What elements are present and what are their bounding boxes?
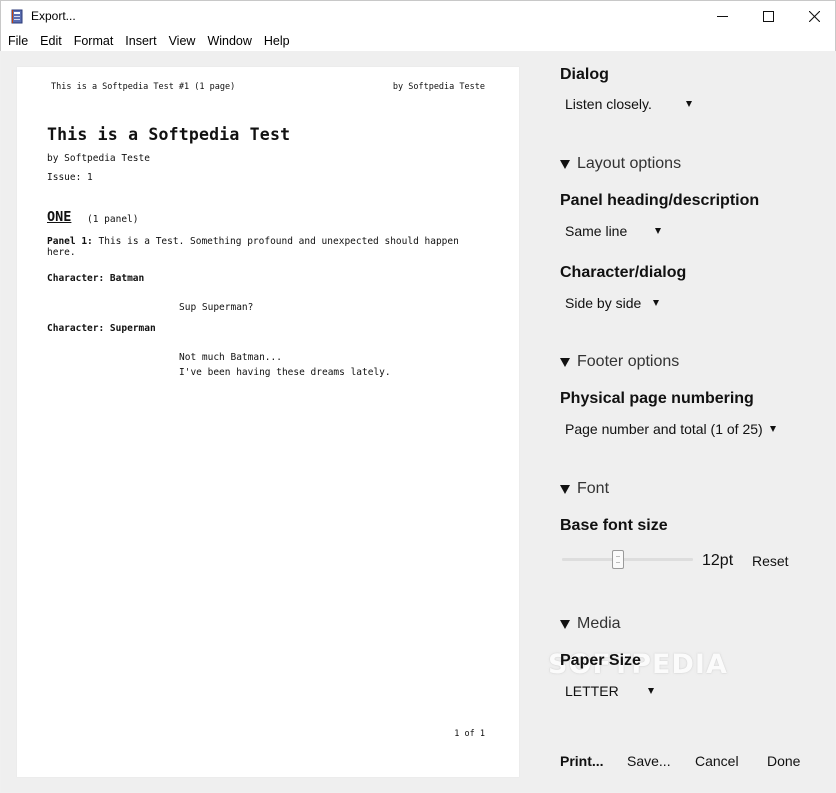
preview-character-name: Character: Superman xyxy=(47,323,156,334)
preview-panel-description: Panel 1: This is a Test. Something profo… xyxy=(47,236,492,258)
panel-text: This is a Test. Something profound and u… xyxy=(47,236,459,258)
footer-options-heading: Footer options xyxy=(577,353,680,370)
slider-grip-icon xyxy=(615,556,620,563)
page-numbering-select[interactable]: Page number and total (1 of 25) xyxy=(565,421,776,437)
footer-options-toggle[interactable]: Footer options xyxy=(560,353,679,371)
export-dialog-content: This is a Softpedia Test #1 (1 page) by … xyxy=(1,51,835,792)
notebook-icon xyxy=(11,9,23,24)
paper-size-label: Paper Size xyxy=(560,652,641,669)
media-options-toggle[interactable]: Media xyxy=(560,615,621,633)
minimize-button[interactable] xyxy=(699,1,745,32)
font-size-value: 12pt xyxy=(702,552,734,569)
menu-view[interactable]: View xyxy=(163,31,202,51)
close-icon xyxy=(808,11,820,22)
menu-format[interactable]: Format xyxy=(68,31,120,51)
window-title: Export... xyxy=(31,9,76,23)
close-button[interactable] xyxy=(791,1,836,32)
cancel-button[interactable]: Cancel xyxy=(695,753,739,769)
title-bar[interactable]: Export... xyxy=(0,0,836,31)
menu-insert[interactable]: Insert xyxy=(119,31,162,51)
page-numbering-label: Physical page numbering xyxy=(560,390,754,407)
base-font-size-label: Base font size xyxy=(560,517,668,534)
preview-page-heading: ONE xyxy=(47,209,72,225)
character-dialog-select-value: Side by side xyxy=(565,295,642,311)
preview-dialog-line: I've been having these dreams lately. xyxy=(179,367,391,378)
menu-file[interactable]: File xyxy=(1,31,34,51)
triangle-down-icon xyxy=(560,357,570,367)
triangle-down-icon xyxy=(560,484,570,494)
preview-dialog-line: Sup Superman? xyxy=(179,302,254,313)
maximize-button[interactable] xyxy=(745,1,791,32)
panel-heading-label: Panel heading/description xyxy=(560,192,760,209)
save-button[interactable]: Save... xyxy=(627,753,671,769)
font-size-slider-track[interactable] xyxy=(562,558,693,561)
character-dialog-label: Character/dialog xyxy=(560,264,687,281)
preview-title: This is a Softpedia Test xyxy=(47,125,291,144)
dialog-label: Dialog xyxy=(560,66,609,83)
preview-byline: by Softpedia Teste xyxy=(47,153,150,164)
reset-font-size-button[interactable]: Reset xyxy=(752,553,789,569)
chevron-down-icon xyxy=(647,688,654,694)
preview-issue: Issue: 1 xyxy=(47,172,93,183)
preview-character-name: Character: Batman xyxy=(47,273,145,284)
font-options-toggle[interactable]: Font xyxy=(560,480,609,498)
preview-page-footer: 1 of 1 xyxy=(454,729,485,739)
dialog-select-value: Listen closely. xyxy=(565,96,652,112)
chevron-down-icon xyxy=(653,300,660,306)
chevron-down-icon xyxy=(655,228,662,234)
paper-size-select-value: LETTER xyxy=(565,683,619,699)
done-button[interactable]: Done xyxy=(767,753,800,769)
media-options-heading: Media xyxy=(577,615,621,632)
triangle-down-icon xyxy=(560,159,570,169)
character-dialog-select[interactable]: Side by side xyxy=(565,295,660,311)
minimize-icon xyxy=(716,16,728,17)
menu-help[interactable]: Help xyxy=(258,31,296,51)
preview-header-left: This is a Softpedia Test #1 (1 page) xyxy=(51,82,236,92)
chevron-down-icon xyxy=(769,426,776,432)
font-size-slider-thumb[interactable] xyxy=(611,550,624,569)
preview-dialog-line: Not much Batman... xyxy=(179,352,282,363)
panel-label: Panel 1: xyxy=(47,236,93,247)
triangle-down-icon xyxy=(560,619,570,629)
layout-options-toggle[interactable]: Layout options xyxy=(560,155,681,173)
chevron-down-icon xyxy=(685,101,692,107)
menu-bar: File Edit Format Insert View Window Help xyxy=(0,31,836,51)
export-options-panel: Dialog Listen closely. Layout options Pa… xyxy=(548,51,835,792)
print-button[interactable]: Print... xyxy=(560,753,604,769)
panel-heading-select-value: Same line xyxy=(565,223,628,239)
page-numbering-select-value: Page number and total (1 of 25) xyxy=(565,421,763,437)
preview-panel-count: (1 panel) xyxy=(87,214,139,225)
font-options-heading: Font xyxy=(577,480,610,497)
menu-window[interactable]: Window xyxy=(201,31,257,51)
dialog-select[interactable]: Listen closely. xyxy=(565,96,692,112)
layout-options-heading: Layout options xyxy=(577,155,682,172)
paper-size-select[interactable]: LETTER xyxy=(565,683,654,699)
menu-edit[interactable]: Edit xyxy=(34,31,68,51)
print-preview-page: This is a Softpedia Test #1 (1 page) by … xyxy=(17,67,519,777)
maximize-icon xyxy=(762,11,774,22)
preview-header-right: by Softpedia Teste xyxy=(392,82,485,92)
panel-heading-select[interactable]: Same line xyxy=(565,223,662,239)
